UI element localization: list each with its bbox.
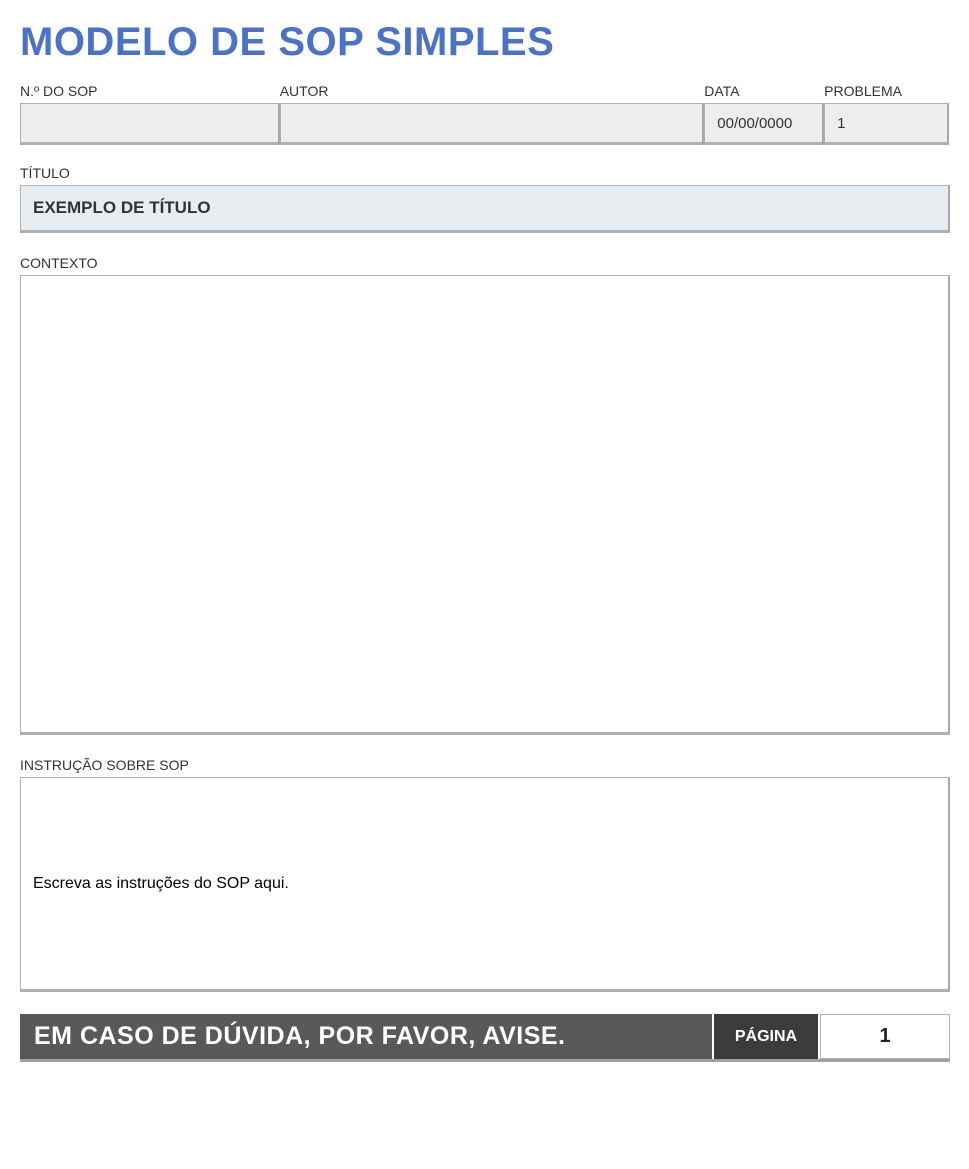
footer-message: EM CASO DE DÚVIDA, POR FAVOR, AVISE. bbox=[20, 1014, 712, 1059]
autor-value[interactable] bbox=[280, 103, 705, 145]
contexto-value[interactable] bbox=[20, 275, 950, 735]
data-label: DATA bbox=[704, 83, 824, 99]
field-problema: PROBLEMA 1 bbox=[824, 83, 949, 145]
section-titulo: TÍTULO EXEMPLO DE TÍTULO bbox=[20, 165, 949, 233]
footer-pagina-num: 1 bbox=[820, 1014, 950, 1059]
field-sop: N.º DO SOP bbox=[20, 83, 280, 145]
footer-pagina-label: PÁGINA bbox=[712, 1014, 820, 1059]
problema-label: PROBLEMA bbox=[824, 83, 949, 99]
field-autor: AUTOR bbox=[280, 83, 705, 145]
data-value[interactable]: 00/00/0000 bbox=[704, 103, 824, 145]
contexto-label: CONTEXTO bbox=[20, 255, 949, 271]
field-data: DATA 00/00/0000 bbox=[704, 83, 824, 145]
section-contexto: CONTEXTO bbox=[20, 255, 949, 735]
header-row: N.º DO SOP AUTOR DATA 00/00/0000 PROBLEM… bbox=[20, 83, 949, 145]
titulo-label: TÍTULO bbox=[20, 165, 949, 181]
sop-value[interactable] bbox=[20, 103, 280, 145]
footer-bar: EM CASO DE DÚVIDA, POR FAVOR, AVISE. PÁG… bbox=[20, 1014, 950, 1062]
titulo-value[interactable]: EXEMPLO DE TÍTULO bbox=[20, 185, 950, 233]
instrucao-value[interactable]: Escreva as instruções do SOP aqui. bbox=[20, 777, 950, 992]
instrucao-label: INSTRUÇÃO SOBRE SOP bbox=[20, 757, 949, 773]
problema-value[interactable]: 1 bbox=[824, 103, 949, 145]
sop-label: N.º DO SOP bbox=[20, 83, 280, 99]
autor-label: AUTOR bbox=[280, 83, 705, 99]
section-instrucao: INSTRUÇÃO SOBRE SOP Escreva as instruçõe… bbox=[20, 757, 949, 992]
document-title: MODELO DE SOP SIMPLES bbox=[20, 20, 949, 65]
